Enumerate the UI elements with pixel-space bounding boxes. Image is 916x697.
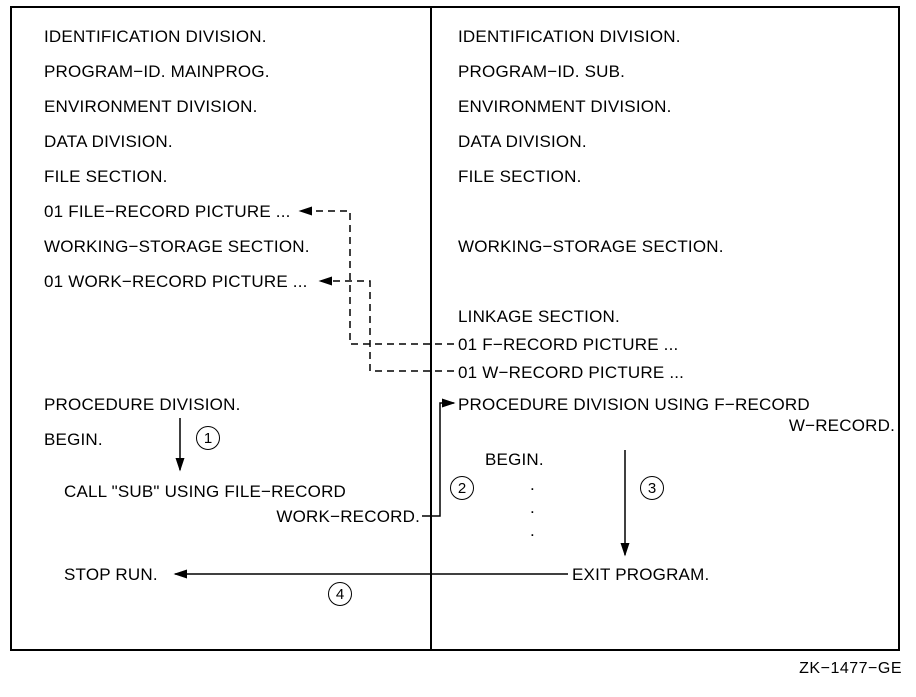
right-dot1: . (530, 475, 535, 495)
right-dot2: . (530, 498, 535, 518)
right-w-record: 01 W−RECORD PICTURE ... (458, 363, 684, 383)
right-f-record: 01 F−RECORD PICTURE ... (458, 335, 678, 355)
marker-4: 4 (328, 582, 352, 606)
vertical-divider (430, 6, 432, 651)
right-proc-div: PROCEDURE DIVISION USING F−RECORD (458, 395, 810, 415)
right-program-id: PROGRAM−ID. SUB. (458, 62, 625, 82)
left-call-line2: WORK−RECORD. (230, 507, 420, 527)
right-exit-program: EXIT PROGRAM. (572, 565, 709, 585)
marker-3: 3 (640, 476, 664, 500)
right-data-div: DATA DIVISION. (458, 132, 587, 152)
right-linkage: LINKAGE SECTION. (458, 307, 620, 327)
left-begin: BEGIN. (44, 430, 103, 450)
right-dot3: . (530, 521, 535, 541)
right-file-section: FILE SECTION. (458, 167, 582, 187)
left-program-id: PROGRAM−ID. MAINPROG. (44, 62, 270, 82)
left-data-div: DATA DIVISION. (44, 132, 173, 152)
left-file-section: FILE SECTION. (44, 167, 168, 187)
right-begin: BEGIN. (485, 450, 544, 470)
right-env-div: ENVIRONMENT DIVISION. (458, 97, 672, 117)
figure-id: ZK−1477−GE (799, 660, 902, 678)
diagram-canvas: IDENTIFICATION DIVISION. PROGRAM−ID. MAI… (0, 0, 916, 697)
left-work-record: 01 WORK−RECORD PICTURE ... (44, 272, 308, 292)
left-call-line1: CALL "SUB" USING FILE−RECORD (64, 482, 346, 502)
right-id-div: IDENTIFICATION DIVISION. (458, 27, 681, 47)
right-proc-div-cont: W−RECORD. (700, 416, 895, 436)
left-ws-section: WORKING−STORAGE SECTION. (44, 237, 310, 257)
marker-1: 1 (196, 426, 220, 450)
left-env-div: ENVIRONMENT DIVISION. (44, 97, 258, 117)
left-id-div: IDENTIFICATION DIVISION. (44, 27, 267, 47)
right-ws-section: WORKING−STORAGE SECTION. (458, 237, 724, 257)
marker-2: 2 (450, 476, 474, 500)
left-stop-run: STOP RUN. (64, 565, 158, 585)
left-file-record: 01 FILE−RECORD PICTURE ... (44, 202, 291, 222)
left-proc-div: PROCEDURE DIVISION. (44, 395, 241, 415)
